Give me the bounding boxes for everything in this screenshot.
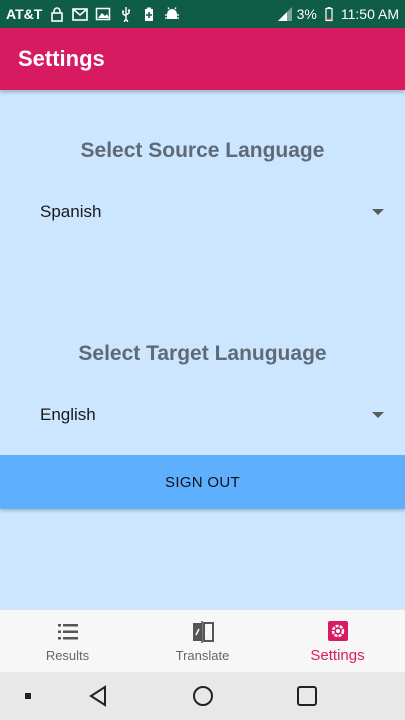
system-navigation-bar — [0, 672, 405, 720]
nav-item-results[interactable]: Results — [0, 610, 135, 672]
settings-icon — [326, 619, 350, 643]
battery-percent: 3% — [296, 6, 317, 22]
battery-saver-icon — [141, 6, 157, 22]
gmail-icon — [72, 6, 89, 22]
status-right: 3% 11:50 AM — [277, 6, 399, 22]
list-icon — [56, 620, 80, 644]
app-bar: Settings — [0, 28, 405, 90]
recents-icon[interactable] — [295, 684, 319, 708]
source-language-value: Spanish — [40, 202, 102, 221]
status-bar: AT&T 3% 11:50 AM — [0, 0, 405, 28]
nav-item-settings[interactable]: Settings — [270, 610, 405, 672]
clock: 11:50 AM — [340, 6, 399, 22]
settings-screen: AT&T 3% 11:50 AM Settings Select Source … — [0, 0, 405, 720]
sign-out-button[interactable]: SIGN OUT — [0, 455, 405, 509]
lock-icon — [49, 6, 65, 22]
chevron-down-icon — [372, 209, 384, 215]
back-icon[interactable] — [86, 684, 110, 708]
target-language-dropdown[interactable]: English — [40, 400, 386, 430]
battery-icon — [321, 6, 337, 22]
nav-label-settings: Settings — [310, 646, 365, 664]
signal-icon — [277, 6, 293, 22]
android-debug-icon — [164, 6, 180, 22]
nav-label-translate: Translate — [175, 647, 230, 663]
target-language-heading: Select Target Lanuguage — [78, 342, 327, 365]
usb-icon — [118, 6, 134, 22]
home-icon[interactable] — [191, 684, 215, 708]
bottom-navigation: Results Translate Settings — [0, 609, 405, 672]
translate-icon — [191, 620, 215, 644]
status-left: AT&T — [6, 6, 180, 22]
menu-dot-icon[interactable] — [24, 692, 32, 700]
source-language-dropdown[interactable]: Spanish — [40, 197, 386, 227]
image-icon — [95, 6, 111, 22]
chevron-down-icon — [372, 412, 384, 418]
carrier-label: AT&T — [6, 6, 43, 22]
page-title: Settings — [18, 46, 105, 71]
source-language-heading: Select Source Language — [80, 139, 325, 162]
target-language-value: English — [40, 405, 96, 424]
nav-label-results: Results — [45, 647, 90, 663]
nav-item-translate[interactable]: Translate — [135, 610, 270, 672]
